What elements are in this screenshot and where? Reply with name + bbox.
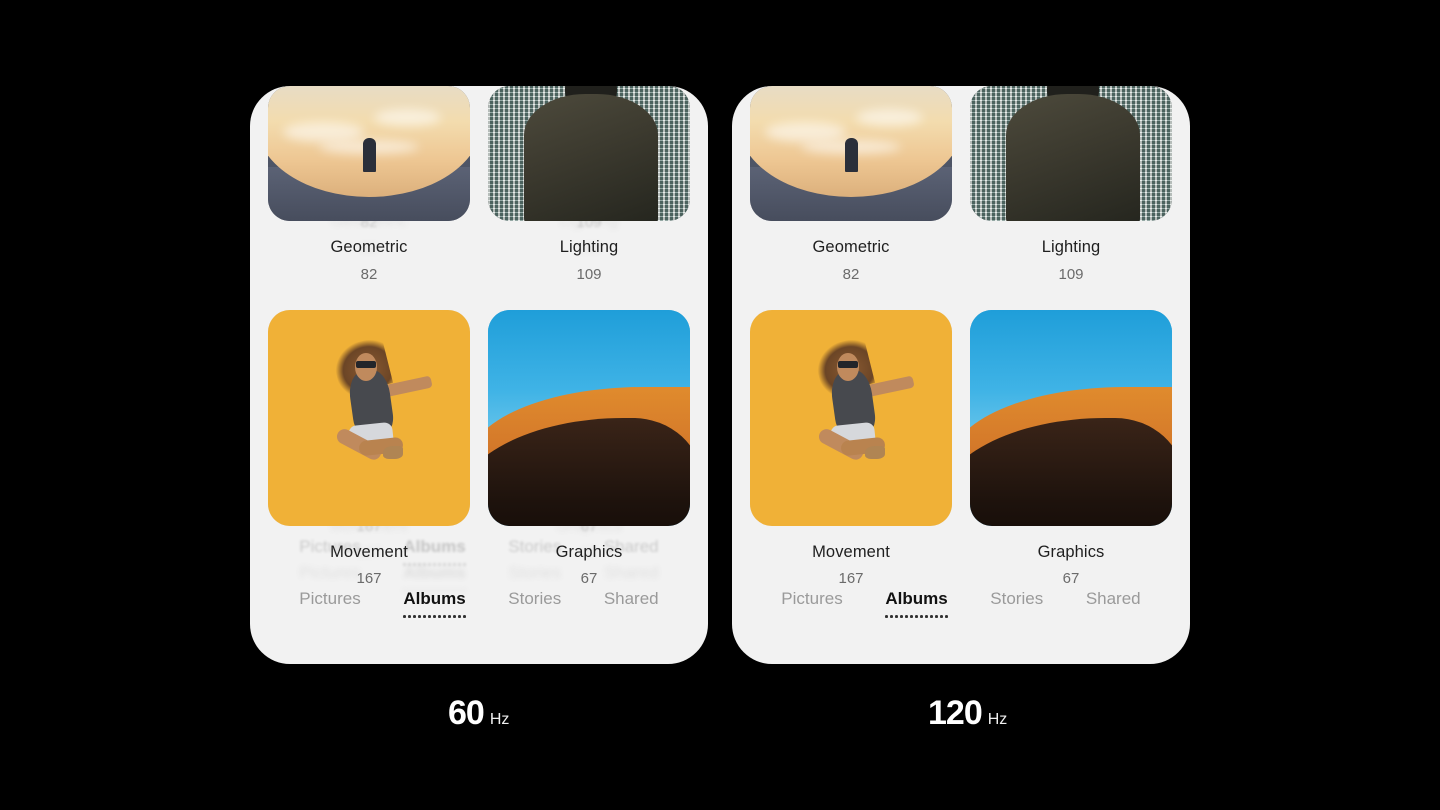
album-title-graphics: Graphics [1037, 542, 1105, 561]
movement-artwork [750, 309, 952, 526]
album-cell-geometric[interactable]: Geometric 82 [268, 86, 470, 282]
geometric-artwork [268, 86, 470, 221]
tab-shared[interactable]: Shared [604, 590, 659, 619]
album-thumbnail-movement[interactable] [268, 309, 470, 526]
tab-stories[interactable]: Stories [508, 590, 561, 619]
album-thumbnail-graphics[interactable] [970, 309, 1172, 526]
album-count-geometric: 82 [842, 265, 860, 283]
tab-albums-label: Albums [403, 589, 466, 608]
album-count-lighting: 109 [1058, 265, 1084, 283]
tab-albums[interactable]: Albums [885, 589, 948, 619]
album-cell-lighting[interactable]: Lighting 109 [970, 86, 1172, 282]
lighting-artwork [488, 86, 690, 221]
refresh-rate-unit: Hz [489, 711, 510, 728]
phone-panel-120hz: Geometric 82 Lighting 109 Movement 167 G… [732, 86, 1190, 664]
album-cell-geometric[interactable]: Geometric 82 [750, 86, 952, 282]
comparison-stage: Geometric 82 Lighting 109 Movement 167 G… [0, 0, 1440, 810]
album-cell-lighting[interactable]: Lighting 109 [488, 86, 690, 282]
album-title-geometric: Geometric [330, 238, 408, 256]
album-thumbnail-graphics[interactable] [488, 309, 690, 526]
graphics-artwork [970, 309, 1172, 526]
album-thumbnail-lighting[interactable] [970, 86, 1172, 221]
lighting-artwork [970, 86, 1172, 221]
phone-screen-60hz: Geometric 82 Lighting 109 Movement 167 G… [250, 86, 708, 664]
geometric-artwork [750, 86, 952, 221]
graphics-artwork [488, 309, 690, 526]
tab-active-dotted-underline [885, 615, 948, 619]
album-title-lighting: Lighting [1041, 238, 1101, 256]
tab-albums-label: Albums [885, 589, 948, 608]
tab-stories[interactable]: Stories [990, 590, 1043, 619]
album-thumbnail-geometric[interactable] [750, 86, 952, 221]
tab-shared[interactable]: Shared [1086, 590, 1141, 619]
album-count-lighting: 109 [576, 265, 602, 283]
refresh-rate-label-120hz: 120 Hz [928, 696, 1007, 730]
tab-albums[interactable]: Albums [403, 589, 466, 619]
album-title-movement: Movement [330, 542, 408, 561]
album-cell-graphics[interactable]: Graphics 67 [488, 309, 690, 586]
album-cell-graphics[interactable]: Graphics 67 [970, 309, 1172, 586]
refresh-rate-unit: Hz [987, 711, 1008, 728]
album-cell-movement[interactable]: Movement 167 [268, 309, 470, 586]
refresh-rate-number: 120 [928, 694, 983, 732]
album-cell-movement[interactable]: Movement 167 [750, 309, 952, 586]
phone-panel-60hz: Geometric 82 Lighting 109 Movement 167 G… [250, 86, 708, 664]
tab-active-dotted-underline [403, 615, 466, 619]
album-title-geometric: Geometric [812, 238, 890, 256]
refresh-rate-number: 60 [448, 694, 485, 732]
bottom-tab-bar-60hz: Pictures Albums Stories Shared [250, 572, 708, 664]
refresh-rate-label-60hz: 60 Hz [448, 696, 509, 730]
bottom-tab-bar-120hz: Pictures Albums Stories Shared [732, 572, 1190, 664]
album-title-movement: Movement [812, 542, 890, 561]
tab-pictures[interactable]: Pictures [781, 590, 842, 619]
album-thumbnail-movement[interactable] [750, 309, 952, 526]
album-thumbnail-geometric[interactable] [268, 86, 470, 221]
album-grid-60hz: Geometric 82 Lighting 109 Movement 167 G… [250, 86, 708, 586]
grid-row-gap [268, 282, 690, 310]
phone-screen-120hz: Geometric 82 Lighting 109 Movement 167 G… [732, 86, 1190, 664]
grid-row-gap [750, 282, 1172, 310]
album-count-geometric: 82 [360, 265, 378, 283]
album-title-graphics: Graphics [555, 542, 623, 561]
movement-artwork [268, 309, 470, 526]
album-grid-120hz: Geometric 82 Lighting 109 Movement 167 G… [732, 86, 1190, 586]
album-thumbnail-lighting[interactable] [488, 86, 690, 221]
tab-pictures[interactable]: Pictures [299, 590, 360, 619]
album-title-lighting: Lighting [559, 238, 619, 256]
